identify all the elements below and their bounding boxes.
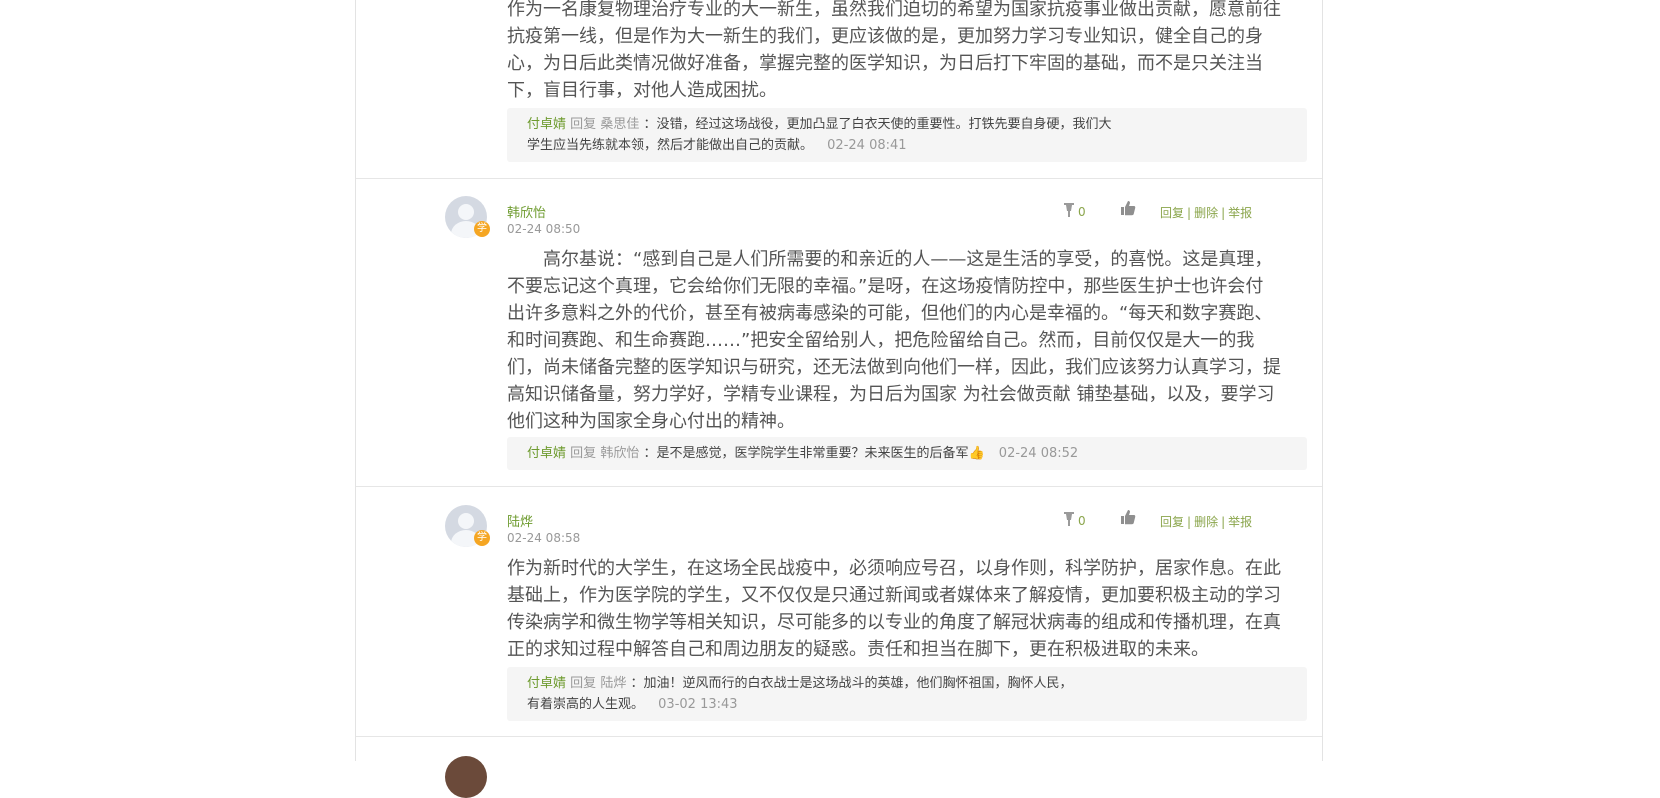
comment-item: 学 陆烨 02-24 08:58 0 回复 | 删除 | 举报 作为新时代的大学生，在这… [356, 487, 1322, 737]
reply-text: 学生应当先练就本领，然后才能做出自己的贡献。 [527, 138, 814, 153]
comment-line: 他们这种为国家全身心付出的精神。 [507, 411, 795, 432]
comment-body: 作为新时代的大学生，在这场全民战疫中，必须响应号召，以身作则，科学防护，居家作息… [507, 555, 1287, 663]
comment-line: 高知识储备量，努力学好，学精专业课程，为日后为国家 为社会做贡献 铺垫基础，以及… [507, 384, 1275, 405]
comment-line: 出许多意料之外的代价，甚至有被病毒感染的可能，但他们的内心是幸福的。“每天和数字… [507, 303, 1273, 324]
reply-time: 02-24 08:41 [827, 138, 907, 153]
avatar[interactable] [445, 756, 487, 798]
comment-line: 心，为日后此类情况做好准备，掌握完整的医学知识，为日后打下牢固的基础，而不是只关… [507, 53, 1263, 74]
comment-body: 高尔基说：“感到自己是人们所需要的和亲近的人——这是生活的享受，的喜悦。这是真理… [507, 246, 1287, 435]
dislike-count: 0 [1078, 205, 1086, 219]
dislike-count: 0 [1078, 514, 1086, 528]
comment-item: 作为一名康复物理治疗专业的大一新生，虽然我们迫切的希望为国家抗疫事业做出贡献，愿… [356, 0, 1322, 179]
comment-body: 作为一名康复物理治疗专业的大一新生，虽然我们迫切的希望为国家抗疫事业做出贡献，愿… [507, 0, 1287, 104]
dislike-icon[interactable] [1062, 511, 1076, 531]
comment-time: 02-24 08:58 [507, 531, 581, 545]
comment-actions: 回复 | 删除 | 举报 [1160, 206, 1253, 220]
reply-word: 回复 [570, 446, 597, 461]
comment-line: 基础上，作为医学院的学生，又不仅仅是只通过新闻或者媒体来了解疫情，更加要积极主动… [507, 585, 1281, 606]
student-badge: 学 [474, 221, 490, 237]
reply-text: ：加油！逆风而行的白衣战士是这场战斗的英雄，他们胸怀祖国，胸怀人民， [630, 676, 1073, 691]
thumbs-up-icon[interactable] [1120, 509, 1136, 529]
delete-button[interactable]: 删除 [1194, 515, 1218, 529]
comment-line: 下，盲目行事，对他人造成困扰。 [507, 80, 777, 101]
reply-author-link[interactable]: 付卓婧 [527, 446, 566, 461]
comment-author-link[interactable]: 韩欣怡 [507, 202, 546, 221]
reply-text: ：是不是感觉，医学院学生非常重要？未来医生的后备军👍 [643, 446, 985, 461]
reply-time: 02-24 08:52 [998, 446, 1079, 461]
comment-line: 不要忘记这个真理，它会给你们无限的幸福。”是呀，在这场疫情防控中，那些医生护士也… [507, 276, 1264, 297]
report-button[interactable]: 举报 [1228, 515, 1252, 529]
dislike-icon[interactable] [1062, 202, 1076, 222]
reply-word: 回复 [570, 117, 597, 132]
comment-author-link[interactable]: 陆烨 [507, 511, 533, 530]
comment-line: 正的求知过程中解答自己和周边朋友的疑惑。责任和担当在脚下，更在积极进取的未来。 [507, 639, 1209, 660]
comment-line: 们，尚未储备完整的医学知识与研究，还无法做到向他们一样，因此，我们应该努力认真学… [507, 357, 1281, 378]
reply-button[interactable]: 回复 [1160, 206, 1184, 220]
thumbs-up-icon[interactable] [1120, 200, 1136, 220]
reply-word: 回复 [570, 676, 597, 691]
comment-line: 传染病学和微生物学等相关知识，尽可能多的以专业的角度了解冠状病毒的组成和传播机理… [507, 612, 1281, 633]
comment-item: 学 韩欣怡 02-24 08:50 0 回复 | 删除 | 举报 高尔基说：“感到自己是… [356, 178, 1322, 487]
reply-box: 付卓婧 回复 韩欣怡 ：是不是感觉，医学院学生非常重要？未来医生的后备军👍 02… [507, 437, 1307, 470]
comment-line: 高尔基说：“感到自己是人们所需要的和亲近的人——这是生活的享受，的喜悦。这是真理… [543, 249, 1273, 270]
reply-time: 03-02 13:43 [658, 697, 738, 712]
comment-line: 和时间赛跑、和生命赛跑……”把安全留给别人，把危险留给自己。然而，目前仅仅是大一… [507, 330, 1255, 351]
reply-target-link[interactable]: 韩欣怡 [600, 446, 639, 461]
reply-target-link[interactable]: 陆烨 [600, 676, 626, 691]
report-button[interactable]: 举报 [1228, 206, 1252, 220]
comment-actions: 回复 | 删除 | 举报 [1160, 515, 1253, 529]
delete-button[interactable]: 删除 [1194, 206, 1218, 220]
reply-author-link[interactable]: 付卓婧 [527, 117, 566, 132]
reply-text: ：没错，经过这场战役，更加凸显了白衣天使的重要性。打铁先要自身硬，我们大 [643, 117, 1112, 132]
comment-time: 02-24 08:50 [507, 222, 581, 236]
reply-author-link[interactable]: 付卓婧 [527, 676, 566, 691]
comment-line: 抗疫第一线，但是作为大一新生的我们，更应该做的是，更加努力学习专业知识，健全自己… [507, 26, 1263, 47]
comment-line: 作为新时代的大学生，在这场全民战疫中，必须响应号召，以身作则，科学防护，居家作息… [507, 558, 1281, 579]
reply-box: 付卓婧 回复 陆烨 ：加油！逆风而行的白衣战士是这场战斗的英雄，他们胸怀祖国，胸… [507, 667, 1307, 721]
reply-button[interactable]: 回复 [1160, 515, 1184, 529]
reply-text: 有着崇高的人生观。 [527, 697, 645, 712]
student-badge: 学 [474, 530, 490, 546]
reply-box: 付卓婧 回复 桑思佳 ：没错，经过这场战役，更加凸显了白衣天使的重要性。打铁先要… [507, 108, 1307, 162]
comments-column: 作为一名康复物理治疗专业的大一新生，虽然我们迫切的希望为国家抗疫事业做出贡献，愿… [355, 0, 1323, 798]
comment-line: 作为一名康复物理治疗专业的大一新生，虽然我们迫切的希望为国家抗疫事业做出贡献，愿… [507, 0, 1281, 20]
reply-target-link[interactable]: 桑思佳 [600, 117, 639, 132]
